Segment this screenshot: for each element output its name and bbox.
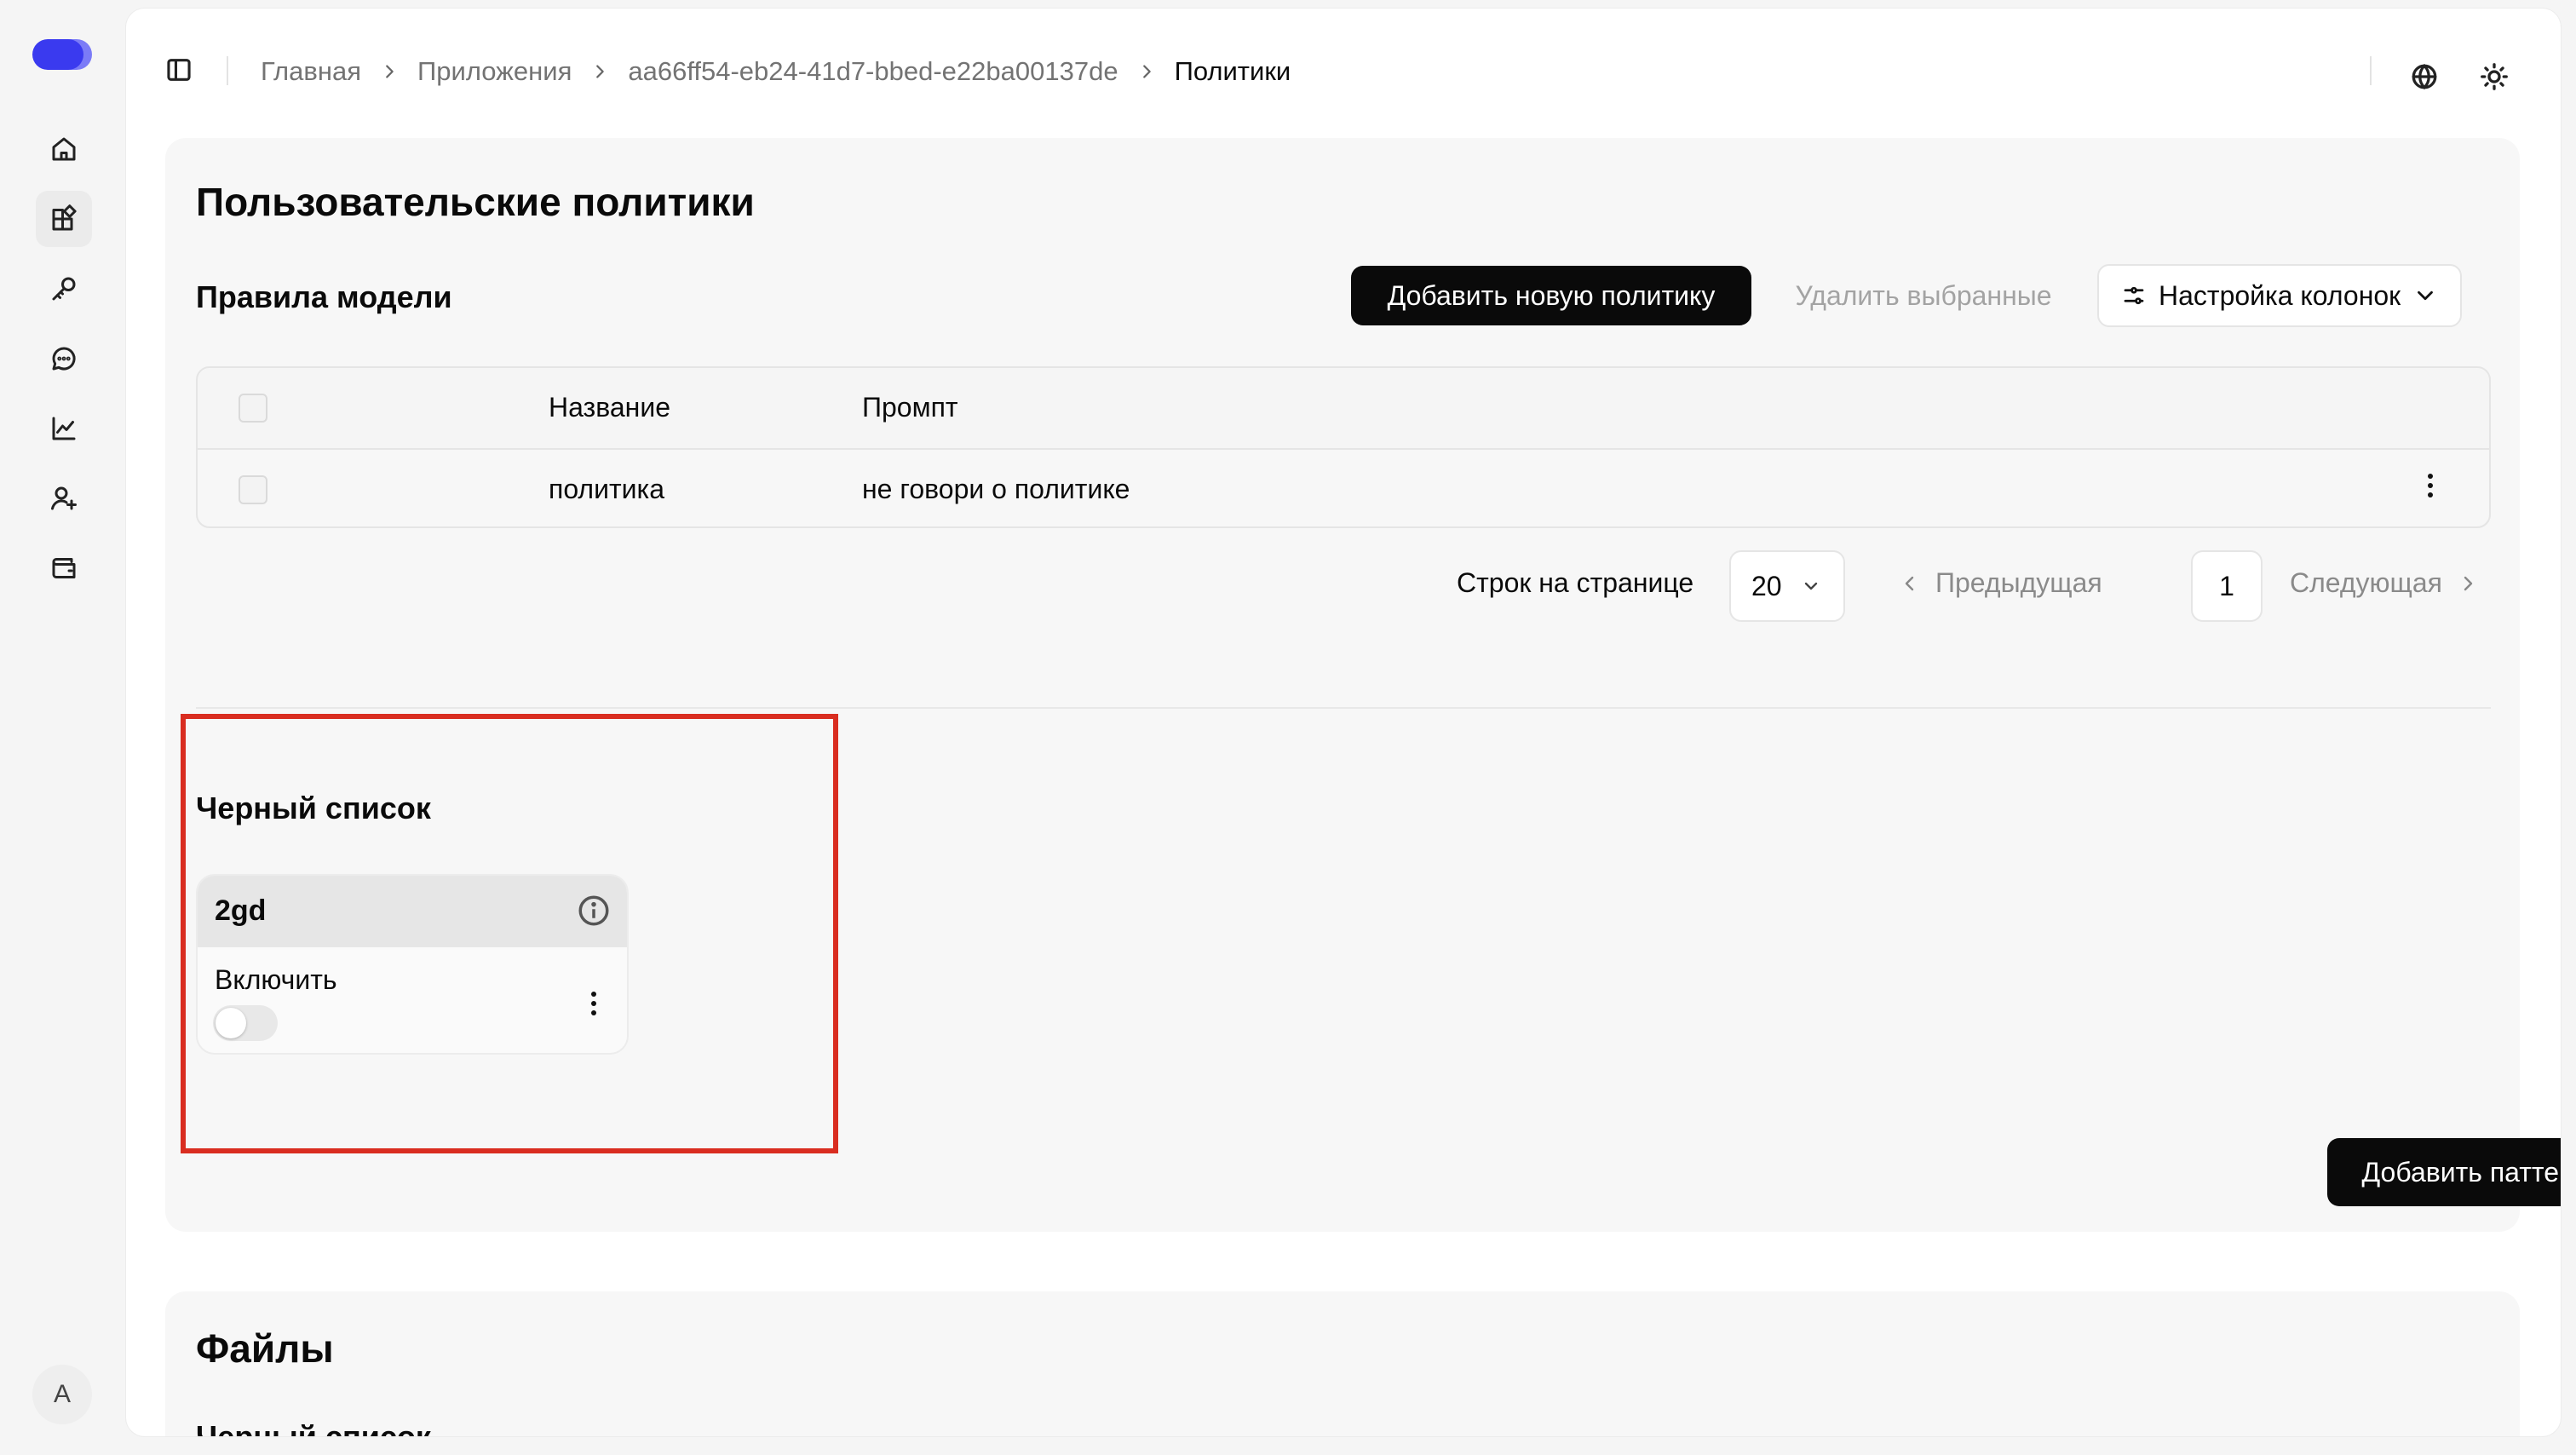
sidebar-item-analytics[interactable] [36, 400, 92, 457]
files-title: Файлы [196, 1326, 334, 1371]
page-title: Пользовательские политики [196, 180, 755, 224]
column-settings-button[interactable]: Настройка колонок [2097, 264, 2463, 327]
column-header-name[interactable]: Название [549, 392, 670, 423]
header: Главная Приложения aa66ff54-eb24-41d7-bb… [126, 9, 2561, 133]
previous-page-button[interactable]: Предыдущая [1900, 567, 2102, 599]
breadcrumb-home[interactable]: Главная [261, 56, 361, 87]
sidebar-item-billing[interactable] [36, 540, 92, 596]
app-logo[interactable] [29, 36, 95, 73]
add-policy-button[interactable]: Добавить новую политику [1351, 266, 1751, 325]
sidebar: A [0, 0, 126, 1455]
section-divider [196, 707, 2491, 709]
breadcrumb-apps[interactable]: Приложения [417, 56, 572, 87]
sun-icon [2481, 63, 2508, 90]
user-plus-icon [51, 486, 77, 510]
delete-selected-button[interactable]: Удалить выбранные [1772, 266, 2075, 325]
policy-name-cell: политика [549, 474, 664, 504]
policy-prompt-cell: не говори о политике [862, 474, 1130, 504]
rows-per-page-value: 20 [1751, 570, 1782, 601]
chevron-right-icon [380, 62, 399, 81]
table-row[interactable]: политика не говори о политике [198, 450, 2489, 528]
chevron-right-icon [1137, 62, 1156, 81]
table-header-row: Название Промпт [198, 368, 2489, 450]
breadcrumb: Главная Приложения aa66ff54-eb24-41d7-bb… [261, 55, 1291, 89]
wallet-icon [52, 558, 76, 578]
add-pattern-button[interactable]: Добавить паттерн [2327, 1138, 2561, 1206]
model-rules-title: Правила модели [196, 279, 452, 314]
policies-table: Название Промпт политика не говори о пол… [196, 366, 2491, 528]
page-number-button[interactable]: 1 [2191, 550, 2263, 622]
next-page-button[interactable]: Следующая [2290, 567, 2478, 599]
sidebar-item-users[interactable] [36, 470, 92, 526]
chevron-left-icon [1905, 576, 1914, 590]
highlight-box [181, 714, 838, 1153]
rows-per-page-select[interactable]: 20 [1729, 550, 1845, 622]
column-settings-label: Настройка колонок [2159, 279, 2401, 311]
column-header-prompt[interactable]: Промпт [862, 392, 958, 423]
theme-toggle-button[interactable] [2477, 60, 2511, 94]
chevron-down-icon [2418, 290, 2434, 301]
header-divider [2370, 56, 2372, 85]
globe-icon [2412, 63, 2437, 90]
sidebar-item-apps[interactable] [36, 191, 92, 247]
chevron-down-icon [1804, 582, 1817, 590]
row-more-icon[interactable] [2418, 469, 2443, 503]
rows-per-page-label: Строк на странице [1457, 567, 1694, 598]
sidebar-item-chat[interactable] [36, 331, 92, 387]
files-card: Файлы Черный список [165, 1291, 2520, 1436]
toggle-sidebar-button[interactable] [162, 53, 196, 87]
breadcrumb-app-id[interactable]: aa66ff54-eb24-41d7-bbed-e22ba00137de [628, 56, 1118, 87]
chart-icon [52, 417, 76, 440]
avatar[interactable]: A [32, 1365, 92, 1424]
header-divider [227, 56, 228, 85]
sidebar-panel-icon [167, 59, 191, 81]
sidebar-item-home[interactable] [36, 121, 92, 177]
chevron-right-icon [2464, 576, 2473, 590]
home-icon [52, 137, 76, 161]
avatar-letter: A [53, 1380, 71, 1408]
chat-icon [52, 347, 76, 371]
sidebar-item-keys[interactable] [36, 261, 92, 317]
files-blacklist-title: Черный список [196, 1419, 431, 1436]
chevron-right-icon [590, 62, 609, 81]
key-icon [52, 277, 76, 301]
settings-sliders-icon [2124, 286, 2144, 305]
main-panel: Главная Приложения aa66ff54-eb24-41d7-bb… [126, 9, 2561, 1436]
row-checkbox[interactable] [239, 475, 267, 504]
language-button[interactable] [2407, 60, 2441, 94]
previous-page-label: Предыдущая [1935, 567, 2102, 598]
next-page-label: Следующая [2290, 567, 2442, 598]
select-all-checkbox[interactable] [239, 394, 267, 423]
apps-icon [52, 204, 77, 231]
breadcrumb-current: Политики [1174, 56, 1291, 86]
